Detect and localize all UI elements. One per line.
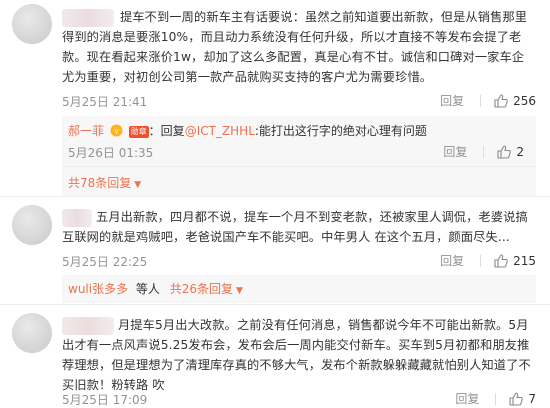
sub-reply-username[interactable]: 郝一菲 <box>68 124 104 138</box>
sub-reply: 郝一菲 v 勋章 ：回复@ICT_ZHHL:能打出这行字的绝对心理有问题 <box>68 122 427 140</box>
medal-badge: 勋章 <box>128 126 149 138</box>
more-replies-label[interactable]: 共78条回复 <box>68 176 131 190</box>
comment-time: 5月25日 21:41 <box>62 95 148 109</box>
comment-text: 月提车5月出大改款。之前没有任何消息，销售都说今年不可能出新款。5月出才有一点风… <box>62 318 531 392</box>
comment-actions: 回复 215 <box>440 252 536 269</box>
chevron-down-icon: ▼ <box>134 180 142 190</box>
sub-reply-actions: 回复 2 <box>443 143 524 160</box>
action-separator <box>480 254 482 267</box>
reply-button[interactable]: 回复 <box>440 252 464 269</box>
comment-actions: 回复 256 <box>440 92 536 109</box>
sub-reply-username[interactable]: wuli张多多 <box>68 282 128 296</box>
comment-time: 5月25日 17:09 <box>62 393 148 407</box>
sub-reply-prefix: ：回复 <box>148 124 185 138</box>
comment-text: 提车不到一周的新车主有话要说：虽然之前知道要出新款，但是从销售那里得到的消息是要… <box>62 10 528 84</box>
thumbs-up-icon[interactable] <box>496 144 512 160</box>
sub-reply-time: 5月26日 01:35 <box>68 146 154 160</box>
sub-reply-button[interactable]: 回复 <box>443 143 467 160</box>
thumbs-up-icon[interactable] <box>493 93 509 109</box>
svg-text:v: v <box>114 127 119 136</box>
thumbs-up-icon[interactable] <box>493 253 509 269</box>
like-count: 215 <box>513 253 536 268</box>
comment-actions: 回复 7 <box>455 390 536 407</box>
comment-text: 五月出新款，四月都不说，提车一个月不到变老款，还被家里人调侃，老婆说搞互联网的就… <box>62 210 528 244</box>
reply-box: wuli张多多 等人 共26条回复 ▼ <box>62 275 536 303</box>
vip-badge-icon: v <box>110 124 123 137</box>
comment-divider <box>0 304 550 305</box>
more-replies-link[interactable]: 共26条回复 <box>170 282 233 296</box>
like-count: 2 <box>516 144 524 159</box>
avatar[interactable] <box>12 205 52 245</box>
action-separator <box>483 145 485 158</box>
like-count: 256 <box>513 93 536 108</box>
sub-divider <box>62 166 536 167</box>
action-separator <box>495 392 497 405</box>
comment-divider <box>0 196 550 197</box>
more-replies-link[interactable]: 共78条回复 ▼ <box>68 174 141 191</box>
sub-reply: wuli张多多 等人 共26条回复 ▼ <box>68 280 243 300</box>
chevron-down-icon: ▼ <box>236 286 243 296</box>
thumbs-up-icon[interactable] <box>508 391 524 407</box>
reply-button[interactable]: 回复 <box>440 92 464 109</box>
reply-button[interactable]: 回复 <box>455 390 479 407</box>
sub-reply-content: :能打出这行字的绝对心理有问题 <box>254 124 427 138</box>
sub-reply-content: 等人 <box>135 282 160 296</box>
action-separator <box>480 94 482 107</box>
mention-link[interactable]: @ICT_ZHHL <box>185 124 255 138</box>
reply-box: 郝一菲 v 勋章 ：回复@ICT_ZHHL:能打出这行字的绝对心理有问题 5月26… <box>62 116 536 196</box>
avatar[interactable] <box>12 313 52 353</box>
avatar[interactable] <box>12 4 52 44</box>
like-count: 7 <box>528 391 536 406</box>
comment-time: 5月25日 22:25 <box>62 255 148 269</box>
